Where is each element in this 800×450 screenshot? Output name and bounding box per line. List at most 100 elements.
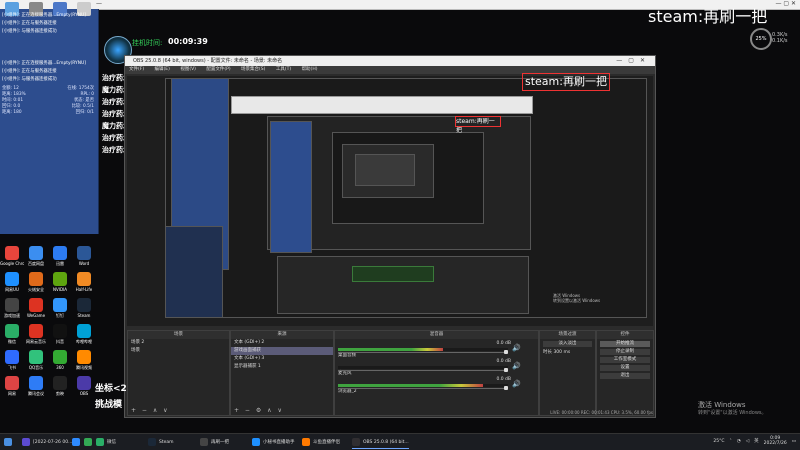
taskbar-item[interactable]: 小秘书直播助手 [252, 436, 295, 448]
transition-select[interactable]: 淡入淡出 [543, 341, 592, 347]
exit-button[interactable]: 退出 [600, 373, 650, 379]
desktop-icon[interactable]: 网易云音乐 [24, 322, 48, 348]
desktop-icon[interactable]: Google Chrome [0, 244, 24, 270]
duration-input[interactable]: 300 ms [553, 350, 570, 355]
desktop-icon-label: 网易 [8, 391, 16, 396]
desktop-icon[interactable]: Word [72, 244, 96, 270]
menu-edit[interactable]: 编辑(E) [155, 67, 170, 72]
desktop-icon[interactable]: NVIDIA [48, 270, 72, 296]
start-streaming-button[interactable]: 开始推流 [600, 341, 650, 347]
obs-title: OBS 25.0.8 (64 bit, windows) - 配置文件: 未命名… [133, 58, 283, 64]
app-icon [29, 350, 43, 364]
desktop-icon[interactable]: 百度网盘 [24, 244, 48, 270]
taskbar-item[interactable] [72, 436, 83, 448]
studio-mode-button[interactable]: 工作室模式 [600, 357, 650, 363]
volume-icon[interactable]: ◁ [746, 439, 749, 444]
stat-cell: 回归: 0/1 [75, 110, 94, 115]
desktop-icon[interactable]: OBS [72, 374, 96, 400]
desktop-icon[interactable]: WeGame [24, 296, 48, 322]
channel-db: 0.0 dB [496, 377, 511, 382]
volume-slider-knob[interactable] [504, 368, 508, 372]
scene-item[interactable]: 场景 2 [128, 339, 229, 347]
stop-recording-button[interactable]: 停止录制 [600, 349, 650, 355]
menu-view[interactable]: 视图(V) [180, 67, 196, 72]
volume-slider[interactable] [338, 386, 508, 390]
connection-log: [小组件]: 正在连接服务器...Empty(RYNU] [小组件]: 正在与服… [2, 12, 94, 84]
taskbar-item[interactable]: Steam [148, 436, 174, 448]
menu-help[interactable]: 帮助(H) [302, 67, 318, 72]
taskbar-label: 再刷一把 [211, 440, 229, 445]
start-button[interactable] [4, 436, 15, 448]
volume-slider-knob[interactable] [504, 386, 508, 390]
performance-ring[interactable]: 25% [750, 28, 772, 50]
volume-slider[interactable] [338, 350, 508, 354]
taskbar-label: 小秘书直播助手 [263, 440, 295, 445]
desktop-icon[interactable]: 360 [48, 348, 72, 374]
desktop-icon[interactable]: 火绒安全 [24, 270, 48, 296]
window-controls[interactable]: — ▢ ✕ [775, 0, 796, 7]
speaker-icon[interactable]: 🔊 [512, 380, 521, 388]
desktop-icon-label: WeGame [26, 313, 46, 318]
ime-indicator[interactable]: 英 [754, 438, 759, 444]
network-icon[interactable]: ◔ [737, 439, 741, 444]
desktop-icon[interactable]: 飞书 [0, 348, 24, 374]
desktop-icon[interactable]: 抖音 [48, 322, 72, 348]
taskbar-item[interactable]: 斗鱼直播伴侣 [302, 436, 340, 448]
desktop-icon-label: 腾讯视频 [76, 365, 92, 370]
taskbar-item-obs[interactable]: OBS 25.0.8 (64 bit... [352, 436, 409, 449]
overlay-line: 挑战模 [95, 400, 123, 410]
volume-slider[interactable] [338, 368, 508, 372]
menu-profile[interactable]: 配置文件(P) [206, 67, 230, 72]
desktop-icon-label: 哔哩哔哩 [76, 339, 92, 344]
desktop-icon[interactable]: Half-Life [72, 270, 96, 296]
desktop-icon[interactable]: 剪映 [48, 374, 72, 400]
source-item[interactable]: 文本 (GDI+) 3 [231, 355, 333, 363]
nested-docks [277, 256, 529, 314]
channel-db: 0.0 dB [496, 341, 511, 346]
menu-tools[interactable]: 工具(T) [276, 67, 291, 72]
desktop-icon[interactable]: QQ音乐 [24, 348, 48, 374]
meter-fill [338, 384, 483, 387]
desktop-icon[interactable]: 迅雷 [48, 244, 72, 270]
volume-meter [338, 348, 508, 351]
taskbar-item[interactable]: 微信 [96, 436, 116, 448]
obs-statusbar: LIVE: 00:00:00 REC: 00:01:43 CPU: 3.5%, … [550, 410, 653, 415]
clock[interactable]: 0:09 2022/7/26 [764, 436, 787, 446]
menu-file[interactable]: 文件(F) [129, 67, 144, 72]
menu-scene-collection[interactable]: 场景集合(S) [241, 67, 265, 72]
notification-icon[interactable]: ▭ [792, 439, 796, 444]
speaker-icon[interactable]: 🔊 [512, 344, 521, 352]
desktop-icon-label: Google Chrome [0, 261, 24, 266]
desktop-icon[interactable]: 微信 [0, 322, 24, 348]
scene-item[interactable]: 场景 [128, 347, 229, 355]
app-icon [5, 298, 19, 312]
nested-preview-5 [355, 154, 415, 186]
tray-chevron-icon[interactable]: ˄ [730, 439, 732, 444]
settings-button[interactable]: 设置 [600, 365, 650, 371]
taskbar-item[interactable]: [2022-07-26 00... [22, 436, 72, 448]
source-item[interactable]: 游戏画面捕获 [231, 347, 333, 355]
app-icon [53, 272, 67, 286]
source-item[interactable]: 文本 (GDI+) 2 [231, 339, 333, 347]
app-icon [77, 376, 91, 390]
desktop-icon[interactable]: 钉钉 [48, 296, 72, 322]
desktop-icon[interactable]: 游戏加速 [0, 296, 24, 322]
weather-temp[interactable]: 25°C [713, 439, 724, 444]
desktop-icon-label: 火绒安全 [28, 287, 44, 292]
source-item[interactable]: 显示器捕获 1 [231, 363, 333, 371]
obs-icon [352, 438, 360, 446]
app-icon [5, 272, 19, 286]
desktop-icon[interactable]: Steam [72, 296, 96, 322]
desktop-icon[interactable]: 网易 [0, 374, 24, 400]
speaker-icon[interactable]: 🔊 [512, 362, 521, 370]
obs-window-controls[interactable]: —▢✕ [616, 56, 651, 66]
taskbar-item[interactable] [84, 436, 95, 448]
obs-preview[interactable] [127, 76, 653, 326]
desktop-icon[interactable]: 腾讯视频 [72, 348, 96, 374]
volume-slider-knob[interactable] [504, 350, 508, 354]
taskbar-item[interactable]: 再刷一把 [200, 436, 229, 448]
desktop-icon[interactable]: 哔哩哔哩 [72, 322, 96, 348]
desktop-icon[interactable]: 腾讯会议 [24, 374, 48, 400]
duration-row: 时长 300 ms [540, 349, 595, 357]
desktop-icon[interactable]: 网易UU [0, 270, 24, 296]
